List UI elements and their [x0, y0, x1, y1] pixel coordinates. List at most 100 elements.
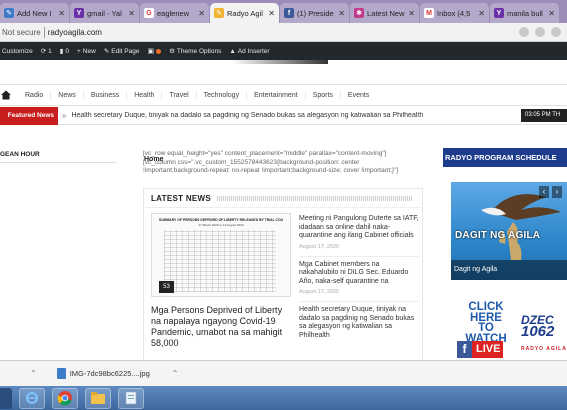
yahoo-icon: Y	[494, 8, 504, 18]
nav-item-entertainment[interactable]: Entertainment	[246, 91, 305, 99]
customize-link[interactable]: Customize	[2, 48, 33, 55]
ad-inserter-link[interactable]: ▲ Ad Inserter	[229, 48, 269, 55]
chrome-icon[interactable]	[52, 387, 78, 409]
browser-tab[interactable]: M Inbox (4,5 ✕	[420, 3, 489, 23]
image-table-grid	[164, 230, 276, 292]
comments-count: 0	[65, 47, 69, 55]
star-icon[interactable]	[535, 27, 545, 37]
refresh-icon: ⟳	[40, 48, 47, 55]
watch-live-ad[interactable]: CLICK HERE TO WATCH DZEC 1062 f LIVE RAD…	[451, 298, 567, 360]
close-icon[interactable]: ✕	[338, 9, 345, 18]
nav-item-radio[interactable]: Radio	[18, 92, 50, 99]
news-icon: ✱	[354, 8, 364, 18]
browser-tab-label: (1) Preside	[297, 8, 334, 18]
ad-inserter-icon: ▲	[229, 47, 236, 55]
wp-admin-bar: Customize ⟳ 1 ▮ 0 + New ✎ Edit Page ▣ ⚙ …	[0, 42, 567, 60]
key-icon[interactable]	[519, 27, 529, 37]
url-text[interactable]: radyoagila.com	[48, 28, 102, 37]
address-separator	[43, 26, 45, 38]
nav-item-events[interactable]: Events	[339, 91, 376, 99]
gmail-icon: M	[424, 8, 434, 18]
ticker-time: 03:05 PM TH	[521, 109, 567, 122]
browser-tab[interactable]: ✎ Radyo Agil ✕	[210, 3, 279, 23]
nav-item-technology[interactable]: Technology	[195, 91, 246, 99]
close-icon[interactable]: ✕	[268, 9, 275, 18]
center-column: [vc_row equal_height="yes" content_place…	[135, 148, 425, 360]
browser-tab[interactable]: ✎ Add New I ✕	[0, 3, 69, 23]
seo-indicator[interactable]: ▣	[147, 47, 162, 55]
chevron-right-icon: »	[62, 111, 67, 120]
address-bar[interactable]: Not secure radyoagila.com	[0, 23, 567, 42]
browser-tab[interactable]: Ygmail - Yal ✕	[70, 3, 139, 23]
facebook-live-badge[interactable]: f LIVE	[457, 341, 504, 358]
close-icon[interactable]: ✕	[58, 9, 65, 18]
nav-item-travel[interactable]: Travel	[161, 91, 195, 99]
latest-news-list: Meeting ni Pangulong Duterte sa IATF, id…	[299, 211, 419, 346]
browser-tab[interactable]: ✱ Latest New ✕	[350, 3, 419, 23]
updates-link[interactable]: ⟳ 1	[40, 47, 52, 56]
browser-tab-label: Add New I	[17, 8, 52, 18]
nav-item-news[interactable]: News	[50, 91, 83, 99]
theme-options-label: Theme Options	[176, 47, 222, 55]
close-icon[interactable]: ✕	[198, 9, 205, 18]
chevron-up-icon[interactable]: ⌃	[30, 369, 37, 378]
left-column: GEAN HOUR	[0, 148, 120, 360]
click-here-to-watch-text: CLICK HERE TO WATCH	[465, 301, 507, 345]
security-indicator[interactable]: Not secure	[2, 28, 41, 37]
browser-tab-label: Latest New	[367, 8, 405, 18]
site-header	[0, 60, 567, 84]
comments-link[interactable]: ▮ 0	[60, 47, 69, 56]
dagit-caption[interactable]: Dagit ng Agila	[451, 260, 567, 280]
browser-tab-label: eaglenew	[157, 8, 190, 18]
ad-inserter-label: Ad Inserter	[237, 47, 270, 55]
list-item[interactable]: Health secretary Duque, tiniyak na dadal…	[299, 302, 419, 346]
google-icon: G	[144, 8, 154, 18]
start-button[interactable]	[0, 387, 12, 409]
list-item-title[interactable]: Meeting ni Pangulong Duterte sa IATF, id…	[299, 215, 419, 241]
nav-item-sports[interactable]: Sports	[304, 91, 340, 99]
browser-tab[interactable]: f (1) Preside ✕	[280, 3, 349, 23]
list-item-title[interactable]: Mga Cabinet members na nakahalubilo ni D…	[299, 261, 419, 287]
featured-article[interactable]: SUMMARY OF PERSONS DEPRIVED OF LIBERTY R…	[151, 213, 291, 349]
close-icon[interactable]: ✕	[478, 9, 485, 18]
right-sidebar: RADYO PROGRAM SCHEDULE ‹ › DAGIT NG AGIL…	[443, 148, 567, 360]
pencil-icon: ✎	[214, 8, 224, 18]
notes-icon[interactable]	[118, 387, 144, 409]
pencil-icon: ✎	[4, 8, 14, 18]
close-icon[interactable]: ✕	[128, 9, 135, 18]
explorer-icon[interactable]	[85, 387, 111, 409]
theme-options-link[interactable]: ⚙ Theme Options	[169, 47, 222, 56]
dagit-ng-agila-slider[interactable]: ‹ › DAGIT NG AGILA Dagit ng Agila	[451, 182, 567, 280]
download-options-chevron-icon[interactable]: ⌃	[172, 369, 179, 378]
home-icon[interactable]	[0, 89, 12, 101]
new-content-link[interactable]: + New	[77, 48, 96, 55]
status-dot-icon	[156, 48, 162, 54]
nav-item-health[interactable]: Health	[126, 91, 161, 99]
dagit-title-text: DAGIT NG AGILA	[455, 230, 541, 241]
live-label: LIVE	[476, 343, 501, 355]
list-item[interactable]: Meeting ni Pangulong Duterte sa IATF, id…	[299, 211, 419, 257]
list-item[interactable]: Mga Cabinet members na nakahalubilo ni D…	[299, 257, 419, 302]
close-icon[interactable]: ✕	[408, 9, 415, 18]
program-schedule-banner[interactable]: RADYO PROGRAM SCHEDULE	[443, 148, 567, 167]
close-icon[interactable]: ✕	[548, 9, 555, 18]
latest-news-header: LATEST NEWS	[144, 189, 422, 208]
featured-article-image[interactable]: SUMMARY OF PERSONS DEPRIVED OF LIBERTY R…	[151, 213, 291, 297]
nav-item-business[interactable]: Business	[82, 91, 126, 99]
ie-icon[interactable]	[19, 387, 45, 409]
main-nav: Radio News Business Health Travel Techno…	[0, 84, 567, 106]
edit-page-link[interactable]: ✎ Edit Page	[104, 47, 140, 56]
image-file-icon	[56, 368, 66, 379]
slider-next-button[interactable]: ›	[552, 186, 562, 198]
featured-article-headline[interactable]: Mga Persons Deprived of Liberty na napal…	[151, 305, 291, 349]
latest-news-box: LATEST NEWS SUMMARY OF PERSONS DEPRIVED …	[143, 188, 423, 360]
download-item[interactable]: IMG-7dc98bc6225....jpg	[56, 368, 150, 379]
ticker-label: Featured News	[0, 106, 58, 125]
list-item-title[interactable]: Health secretary Duque, tiniyak na dadal…	[299, 306, 419, 340]
browser-tab[interactable]: Geaglenew ✕	[140, 3, 209, 23]
browser-tab[interactable]: Ymanila bull ✕	[490, 3, 559, 23]
ticker-headline[interactable]: Health secretary Duque, tiniyak na dadal…	[71, 112, 521, 119]
slider-prev-button[interactable]: ‹	[539, 186, 549, 198]
customize-label: Customize	[2, 47, 33, 55]
extension-icon[interactable]	[551, 27, 561, 37]
